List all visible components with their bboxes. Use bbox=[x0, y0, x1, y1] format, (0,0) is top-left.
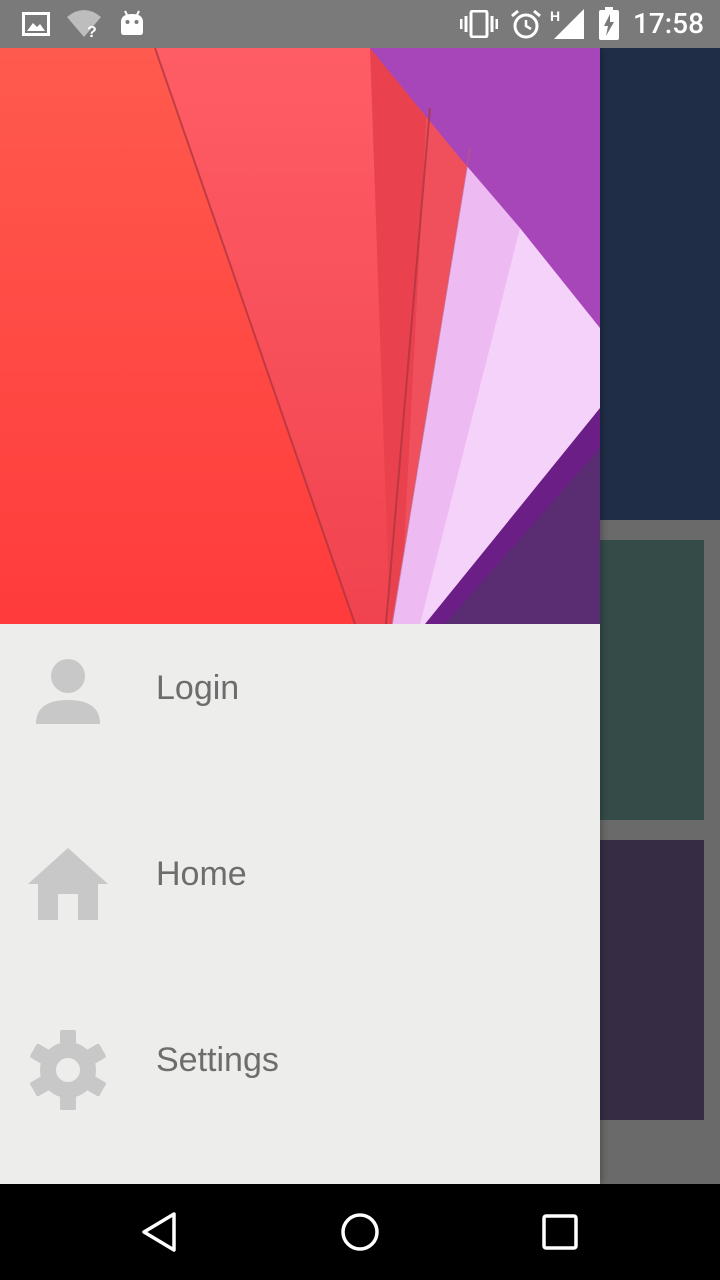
drawer-item-label: Home bbox=[156, 855, 247, 893]
status-bar: ? H 17:58 bbox=[0, 0, 720, 48]
battery-charging-icon bbox=[598, 0, 620, 48]
system-navigation-bar bbox=[0, 1184, 720, 1280]
image-icon bbox=[22, 0, 50, 48]
clock: 17:58 bbox=[632, 7, 704, 40]
vibrate-icon bbox=[460, 0, 498, 48]
background-card bbox=[600, 840, 704, 1120]
drawer-item-settings[interactable]: Settings bbox=[0, 996, 600, 1182]
drawer-header-image bbox=[0, 48, 600, 624]
navigation-drawer: Login Home Settings bbox=[0, 48, 600, 1184]
drawer-menu: Login Home Settings bbox=[0, 624, 600, 1182]
background-app-header bbox=[600, 48, 720, 520]
alarm-icon bbox=[510, 0, 542, 48]
svg-text:H: H bbox=[550, 8, 560, 24]
home-circle-icon[interactable] bbox=[320, 1202, 400, 1262]
android-icon bbox=[118, 0, 146, 48]
recents-icon[interactable] bbox=[520, 1202, 600, 1262]
svg-text:?: ? bbox=[87, 24, 97, 39]
drawer-item-label: Settings bbox=[156, 1041, 279, 1079]
background-card bbox=[600, 540, 704, 820]
drawer-item-label: Login bbox=[156, 669, 240, 707]
screen: ? H 17:58 Login Home Settings bbox=[0, 0, 720, 1280]
wifi-unknown-icon: ? bbox=[66, 0, 102, 48]
person-icon bbox=[24, 648, 112, 736]
drawer-item-home[interactable]: Home bbox=[0, 810, 600, 996]
drawer-item-login[interactable]: Login bbox=[0, 624, 600, 810]
back-icon[interactable] bbox=[120, 1202, 200, 1262]
home-icon bbox=[24, 840, 112, 928]
cell-signal-icon: H bbox=[550, 0, 586, 48]
gear-icon bbox=[24, 1026, 112, 1114]
